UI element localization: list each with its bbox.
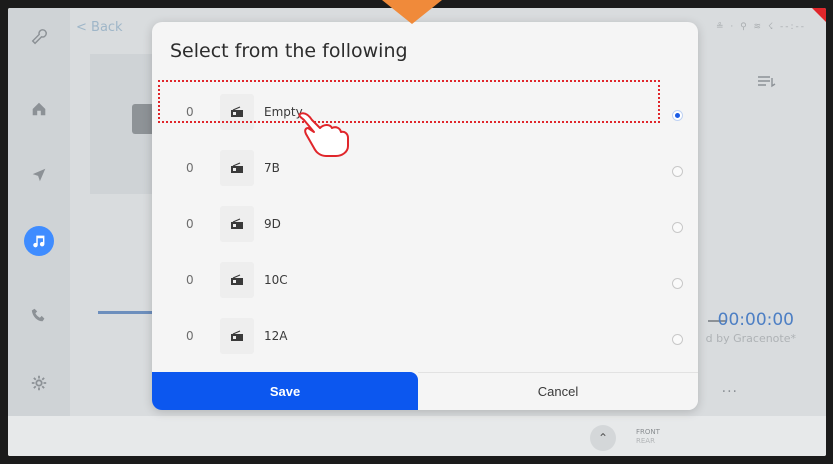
selection-highlight-box <box>158 80 660 123</box>
item-label: 7B <box>264 161 280 175</box>
left-rail <box>8 8 70 416</box>
radio-icon <box>220 262 254 298</box>
elapsed-time: 00:00:00 <box>717 310 794 330</box>
save-button[interactable]: Save <box>152 372 418 410</box>
radio-button[interactable] <box>672 278 683 289</box>
radio-icon <box>220 150 254 186</box>
radio-button-selected[interactable] <box>672 110 683 121</box>
bottom-bar <box>8 416 826 456</box>
dialog-title: Select from the following <box>170 40 408 62</box>
wrench-icon[interactable] <box>24 22 54 52</box>
radio-icon <box>220 206 254 242</box>
infotainment-screen: < Back ≗ · ⚲ ≋ ☇ --:-- 00:00:00 d by Gra… <box>8 8 826 456</box>
chevron-up-icon[interactable]: ⌃ <box>590 425 616 451</box>
radio-button[interactable] <box>672 166 683 177</box>
back-link[interactable]: < Back <box>76 20 123 35</box>
zone-rear: REAR <box>636 437 655 445</box>
list-item[interactable]: 0 7B <box>152 142 698 198</box>
music-icon[interactable] <box>24 226 54 256</box>
settings-icon[interactable] <box>24 368 54 398</box>
navigation-icon[interactable] <box>24 160 54 190</box>
cancel-button[interactable]: Cancel <box>418 372 698 410</box>
corner-marker <box>812 8 826 22</box>
radio-button[interactable] <box>672 334 683 345</box>
radio-icon <box>220 318 254 354</box>
seek-bar-progress[interactable] <box>98 311 158 314</box>
audio-zone-indicator[interactable]: FRONT REAR <box>636 428 660 446</box>
pointing-hand-icon <box>298 112 349 157</box>
more-options-button[interactable]: ... <box>722 380 738 396</box>
radio-button[interactable] <box>672 222 683 233</box>
item-label: 9D <box>264 217 281 231</box>
queue-icon[interactable] <box>758 74 776 93</box>
list-item[interactable]: 0 9D <box>152 198 698 254</box>
item-label: 12A <box>264 329 288 343</box>
phone-icon[interactable] <box>24 300 54 330</box>
item-label: 10C <box>264 273 288 287</box>
callout-arrow-icon <box>382 0 442 24</box>
item-number: 0 <box>186 273 194 287</box>
home-icon[interactable] <box>24 94 54 124</box>
item-number: 0 <box>186 329 194 343</box>
list-item[interactable]: 0 12A <box>152 310 698 366</box>
list-item[interactable]: 0 10C <box>152 254 698 310</box>
gracenote-attribution: d by Gracenote* <box>705 332 796 345</box>
item-number: 0 <box>186 217 194 231</box>
zone-front: FRONT <box>636 428 660 436</box>
status-indicators: ≗ · ⚲ ≋ ☇ --:-- <box>715 22 806 32</box>
item-number: 0 <box>186 161 194 175</box>
